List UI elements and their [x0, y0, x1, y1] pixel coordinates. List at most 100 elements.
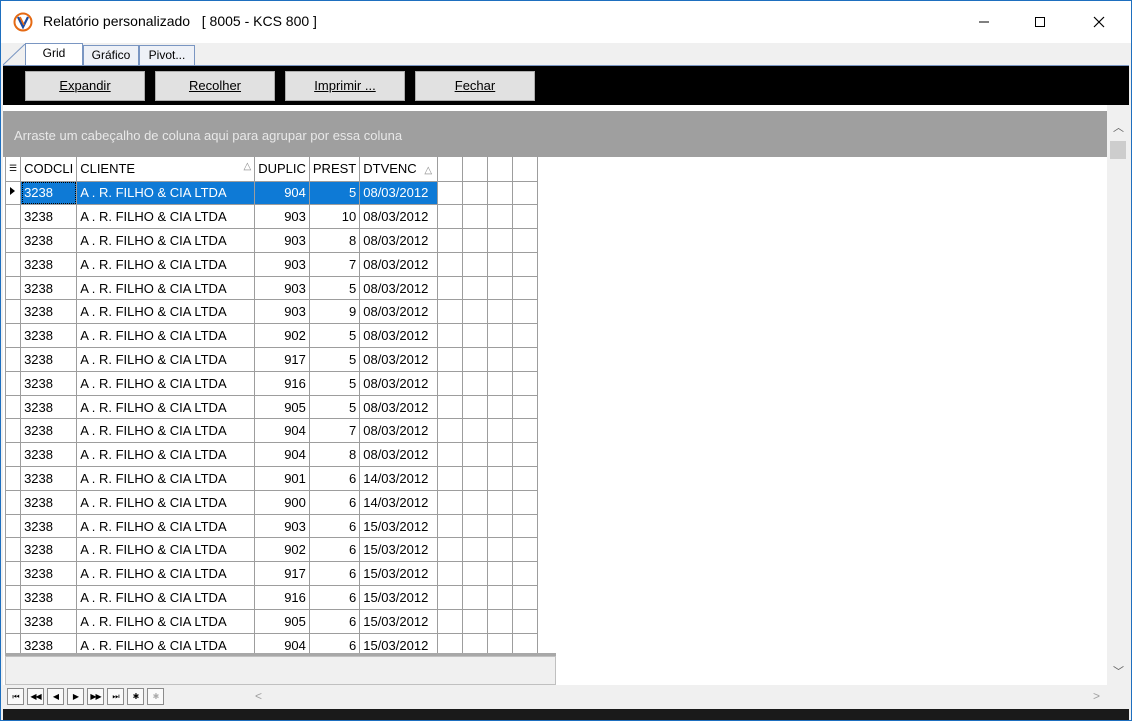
cell-codcli[interactable]: 3238 — [20, 537, 78, 563]
column-header-prest[interactable]: PREST — [308, 157, 361, 182]
cell-prest[interactable]: 8 — [308, 228, 361, 253]
cell-duplic[interactable]: 903 — [254, 275, 310, 301]
row-indicator[interactable] — [4, 204, 22, 230]
table-row[interactable]: 3238 A . R. FILHO & CIA LTDA 904 8 08/03/201… — [4, 442, 539, 468]
cell-prest[interactable]: 6 — [308, 489, 361, 515]
cell-dtvenc[interactable]: 08/03/2012 — [359, 347, 439, 372]
cell-codcli[interactable]: 3238 — [20, 323, 78, 349]
table-row[interactable]: 3238 A . R. FILHO & CIA LTDA 901 6 14/03/201… — [4, 466, 539, 491]
close-window-button[interactable] — [1076, 1, 1122, 43]
collapse-button[interactable]: Recolher — [155, 71, 275, 101]
row-indicator[interactable] — [4, 466, 22, 491]
column-header-duplic[interactable]: DUPLIC — [254, 157, 310, 182]
scroll-thumb[interactable] — [1110, 141, 1126, 159]
cell-dtvenc[interactable]: 08/03/2012 — [359, 251, 439, 277]
cell-prest[interactable]: 5 — [308, 370, 361, 396]
row-indicator[interactable] — [4, 394, 22, 420]
cell-codcli[interactable]: 3238 — [20, 442, 78, 468]
row-indicator[interactable] — [4, 608, 22, 634]
cell-cliente[interactable]: A . R. FILHO & CIA LTDA — [76, 418, 256, 444]
cell-cliente[interactable]: A . R. FILHO & CIA LTDA — [76, 513, 256, 539]
cell-duplic[interactable]: 903 — [254, 299, 310, 325]
cell-codcli[interactable]: 3238 — [20, 180, 78, 206]
scroll-left-icon[interactable]: < — [255, 689, 262, 703]
cell-cliente[interactable]: A . R. FILHO & CIA LTDA — [76, 228, 256, 253]
table-row[interactable]: 3238 A . R. FILHO & CIA LTDA 903 10 08/03/20… — [4, 204, 539, 230]
nav-insert-icon[interactable]: ✱ — [127, 688, 144, 705]
column-header-codcli[interactable]: CODCLI — [20, 157, 78, 182]
cell-cliente[interactable]: A . R. FILHO & CIA LTDA — [76, 347, 256, 372]
cell-duplic[interactable]: 903 — [254, 228, 310, 253]
tab-grafico[interactable]: Gráfico — [83, 45, 139, 65]
cell-codcli[interactable]: 3238 — [20, 585, 78, 610]
row-indicator[interactable] — [4, 228, 22, 253]
cell-dtvenc[interactable]: 08/03/2012 — [359, 370, 439, 396]
cell-cliente[interactable]: A . R. FILHO & CIA LTDA — [76, 370, 256, 396]
cell-duplic[interactable]: 905 — [254, 394, 310, 420]
column-header-cliente[interactable]: CLIENTE △ — [76, 157, 256, 182]
table-row[interactable]: 3238 A . R. FILHO & CIA LTDA 903 8 08/03/201… — [4, 228, 539, 253]
cell-dtvenc[interactable]: 08/03/2012 — [359, 228, 439, 253]
cell-duplic[interactable]: 902 — [254, 323, 310, 349]
cell-duplic[interactable]: 917 — [254, 561, 310, 587]
cell-dtvenc[interactable]: 08/03/2012 — [359, 204, 439, 230]
cell-cliente[interactable]: A . R. FILHO & CIA LTDA — [76, 608, 256, 634]
nav-first-page-icon[interactable]: ⏮ — [7, 688, 24, 705]
cell-duplic[interactable]: 903 — [254, 204, 310, 230]
table-row[interactable]: 3238 A . R. FILHO & CIA LTDA 903 9 08/03/201… — [4, 299, 539, 325]
print-button[interactable]: Imprimir ... — [285, 71, 405, 101]
cell-prest[interactable]: 6 — [308, 466, 361, 491]
cell-prest[interactable]: 6 — [308, 513, 361, 539]
cell-duplic[interactable]: 900 — [254, 489, 310, 515]
cell-prest[interactable]: 5 — [308, 394, 361, 420]
cell-cliente[interactable]: A . R. FILHO & CIA LTDA — [76, 489, 256, 515]
cell-cliente[interactable]: A . R. FILHO & CIA LTDA — [76, 466, 256, 491]
cell-duplic[interactable]: 903 — [254, 513, 310, 539]
cell-dtvenc[interactable]: 15/03/2012 — [359, 537, 439, 563]
cell-codcli[interactable]: 3238 — [20, 228, 78, 253]
group-by-panel[interactable]: Arraste um cabeçalho de coluna aqui para… — [3, 111, 1107, 157]
column-chooser-icon[interactable]: ☰ — [4, 157, 22, 182]
cell-prest[interactable]: 10 — [308, 204, 361, 230]
table-row[interactable]: 3238 A . R. FILHO & CIA LTDA 903 5 08/03/201… — [4, 275, 539, 301]
nav-next-page-icon[interactable]: ▶▶ — [87, 688, 104, 705]
cell-cliente[interactable]: A . R. FILHO & CIA LTDA — [76, 251, 256, 277]
row-indicator[interactable] — [4, 251, 22, 277]
cell-prest[interactable]: 6 — [308, 537, 361, 563]
row-indicator-arrow-icon[interactable] — [4, 180, 22, 206]
cell-prest[interactable]: 6 — [308, 585, 361, 610]
cell-codcli[interactable]: 3238 — [20, 394, 78, 420]
cell-codcli[interactable]: 3238 — [20, 275, 78, 301]
cell-dtvenc[interactable]: 08/03/2012 — [359, 180, 439, 206]
minimize-button[interactable] — [961, 1, 1007, 43]
tab-pivot[interactable]: Pivot... — [139, 45, 195, 65]
data-grid[interactable]: ☰ CODCLI CLIENTE △ DUPLIC PREST DTVENC △ … — [4, 157, 539, 658]
table-row[interactable]: 3238 A . R. FILHO & CIA LTDA 905 5 08/03/201… — [4, 394, 539, 420]
row-indicator[interactable] — [4, 585, 22, 610]
cell-cliente[interactable]: A . R. FILHO & CIA LTDA — [76, 537, 256, 563]
cell-duplic[interactable]: 904 — [254, 442, 310, 468]
cell-cliente[interactable]: A . R. FILHO & CIA LTDA — [76, 299, 256, 325]
cell-cliente[interactable]: A . R. FILHO & CIA LTDA — [76, 204, 256, 230]
cell-codcli[interactable]: 3238 — [20, 251, 78, 277]
cell-dtvenc[interactable]: 08/03/2012 — [359, 394, 439, 420]
row-indicator[interactable] — [4, 489, 22, 515]
cell-codcli[interactable]: 3238 — [20, 466, 78, 491]
table-row[interactable]: 3238 A . R. FILHO & CIA LTDA 917 5 08/03/201… — [4, 347, 539, 372]
cell-codcli[interactable]: 3238 — [20, 489, 78, 515]
table-row[interactable]: 3238 A . R. FILHO & CIA LTDA 900 6 14/03/201… — [4, 489, 539, 515]
cell-duplic[interactable]: 905 — [254, 608, 310, 634]
table-row[interactable]: 3238 A . R. FILHO & CIA LTDA 903 6 15/03/201… — [4, 513, 539, 539]
cell-codcli[interactable]: 3238 — [20, 513, 78, 539]
cell-codcli[interactable]: 3238 — [20, 204, 78, 230]
cell-cliente[interactable]: A . R. FILHO & CIA LTDA — [76, 180, 256, 206]
cell-codcli[interactable]: 3238 — [20, 418, 78, 444]
cell-prest[interactable]: 6 — [308, 561, 361, 587]
cell-duplic[interactable]: 904 — [254, 180, 310, 206]
cell-duplic[interactable]: 916 — [254, 370, 310, 396]
scroll-up-icon[interactable]: ︿ — [1113, 119, 1124, 135]
cell-prest[interactable]: 9 — [308, 299, 361, 325]
cell-dtvenc[interactable]: 08/03/2012 — [359, 299, 439, 325]
table-row[interactable]: 3238 A . R. FILHO & CIA LTDA 902 6 15/03/201… — [4, 537, 539, 563]
row-indicator[interactable] — [4, 418, 22, 444]
